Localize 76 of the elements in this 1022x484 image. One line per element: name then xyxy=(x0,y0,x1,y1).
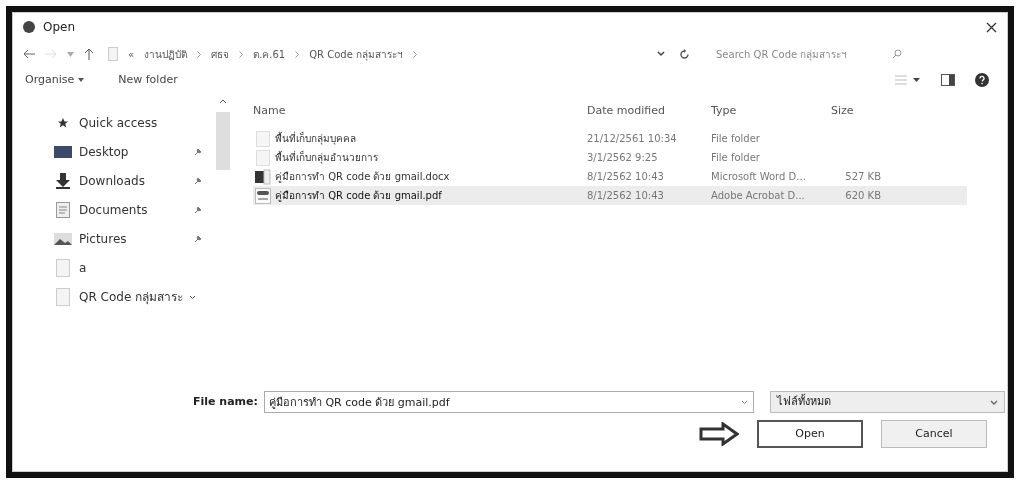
caret-icon xyxy=(78,78,85,82)
breadcrumb[interactable]: ศธจ xyxy=(211,46,230,62)
sidebar-item[interactable]: Desktop xyxy=(53,142,203,162)
back-arrow-icon[interactable] xyxy=(23,49,35,59)
date-modified: 8/1/2562 10:43 xyxy=(587,189,665,203)
word-document-icon xyxy=(255,168,271,185)
help-icon[interactable] xyxy=(975,73,989,87)
scrollbar-thumb[interactable] xyxy=(215,112,230,170)
sidebar-item[interactable]: Quick access xyxy=(53,113,203,133)
open-button[interactable]: Open xyxy=(757,420,863,448)
close-icon[interactable] xyxy=(986,21,997,33)
file-row[interactable]: พื้นที่เก็บกลุ่มอำนวยการ 3/1/2562 9:25 File folder xyxy=(253,148,967,167)
search-field[interactable]: Search QR Code กลุ่มสาระฯ xyxy=(716,46,892,62)
column-header[interactable]: Size xyxy=(831,102,861,120)
file-row[interactable]: พื้นที่เก็บกลุ่มบุคคล 21/12/2561 10:34 File folder xyxy=(253,129,967,148)
file-type: Adobe Acrobat D... xyxy=(711,189,806,203)
file-size: 527 KB xyxy=(844,170,881,184)
file-type-dropdown[interactable]: ไฟล์ทั้งหมด xyxy=(769,391,1005,413)
cancel-button[interactable]: Cancel xyxy=(881,420,987,448)
chevron-down-icon xyxy=(189,294,197,300)
breadcrumb[interactable]: QR Code กลุ่มสาระฯ xyxy=(309,46,403,62)
arrow-icon xyxy=(699,422,739,446)
date-modified: 3/1/2562 9:25 xyxy=(587,151,659,165)
file-row[interactable]: คู่มือการทำ QR code ด้วย gmail.docx 8/1/2562 10:43 Microsoft Word D... 527 KB xyxy=(253,167,967,186)
column-header[interactable]: Date modified xyxy=(587,102,711,120)
view-options-icon[interactable] xyxy=(895,75,921,85)
file-name-label: File name: xyxy=(193,393,258,410)
date-modified: 21/12/2561 10:34 xyxy=(587,132,678,146)
column-header[interactable]: Name xyxy=(253,102,587,120)
window-title: Open xyxy=(43,19,76,36)
address-bar[interactable]: « งานปฏิบัติ ศธจ ต.ค.61 QR Code กลุ่มสาระฯ xyxy=(104,44,669,64)
star-icon xyxy=(57,117,69,129)
file-size: 620 KB xyxy=(844,189,881,203)
desktop-icon xyxy=(54,146,72,158)
download-icon xyxy=(56,173,70,189)
pdf-document-icon xyxy=(255,187,271,204)
breadcrumb[interactable]: ต.ค.61 xyxy=(253,46,286,62)
chevron-down-icon xyxy=(989,399,998,405)
date-modified: 8/1/2562 10:43 xyxy=(587,170,665,184)
scroll-up-icon[interactable] xyxy=(218,99,227,104)
file-type: Microsoft Word D... xyxy=(711,170,807,184)
sidebar-item[interactable]: Pictures xyxy=(53,229,203,249)
sidebar-item[interactable]: Downloads xyxy=(53,171,203,191)
refresh-icon[interactable] xyxy=(679,48,690,60)
chevron-right-icon xyxy=(413,50,417,58)
preview-pane-icon[interactable] xyxy=(941,74,955,86)
file-type: File folder xyxy=(711,151,761,165)
pictures-icon xyxy=(54,233,72,245)
chevron-down-icon[interactable] xyxy=(657,51,665,57)
folder-icon xyxy=(108,47,118,61)
file-name-field[interactable]: คู่มือการทำ QR code ด้วย gmail.pdf xyxy=(263,391,754,413)
folder-icon xyxy=(256,149,270,166)
breadcrumb[interactable]: งานปฏิบัติ xyxy=(144,46,188,62)
search-icon xyxy=(892,49,902,59)
file-name: พื้นที่เก็บกลุ่มบุคคล xyxy=(274,131,357,146)
breadcrumb[interactable]: « xyxy=(128,46,135,62)
file-row[interactable]: คู่มือการทำ QR code ด้วย gmail.pdf 8/1/2562 10:43 Adobe Acrobat D... 620 KB xyxy=(253,186,967,205)
new-folder-button[interactable]: New folder xyxy=(118,71,178,89)
sidebar-item[interactable]: QR Code กลุ่มสาระ xyxy=(53,287,203,307)
file-name: คู่มือการทำ QR code ด้วย gmail.docx xyxy=(274,170,451,184)
sidebar-item[interactable]: a xyxy=(53,258,203,278)
column-header[interactable]: Type xyxy=(711,102,831,120)
sidebar-item[interactable]: Documents xyxy=(53,200,203,220)
up-arrow-icon[interactable] xyxy=(84,48,94,60)
document-icon xyxy=(56,202,70,218)
file-name: คู่มือการทำ QR code ด้วย gmail.pdf xyxy=(274,189,443,203)
app-icon xyxy=(23,21,35,33)
chevron-right-icon xyxy=(295,50,300,58)
chevron-right-icon xyxy=(239,50,244,58)
folder-icon xyxy=(56,259,70,277)
organise-menu[interactable]: Organise xyxy=(25,71,85,89)
folder-icon xyxy=(56,288,70,306)
file-type: File folder xyxy=(711,132,761,146)
file-name: พื้นที่เก็บกลุ่มอำนวยการ xyxy=(274,150,379,165)
chevron-right-icon xyxy=(197,50,202,58)
folder-icon xyxy=(256,130,270,147)
